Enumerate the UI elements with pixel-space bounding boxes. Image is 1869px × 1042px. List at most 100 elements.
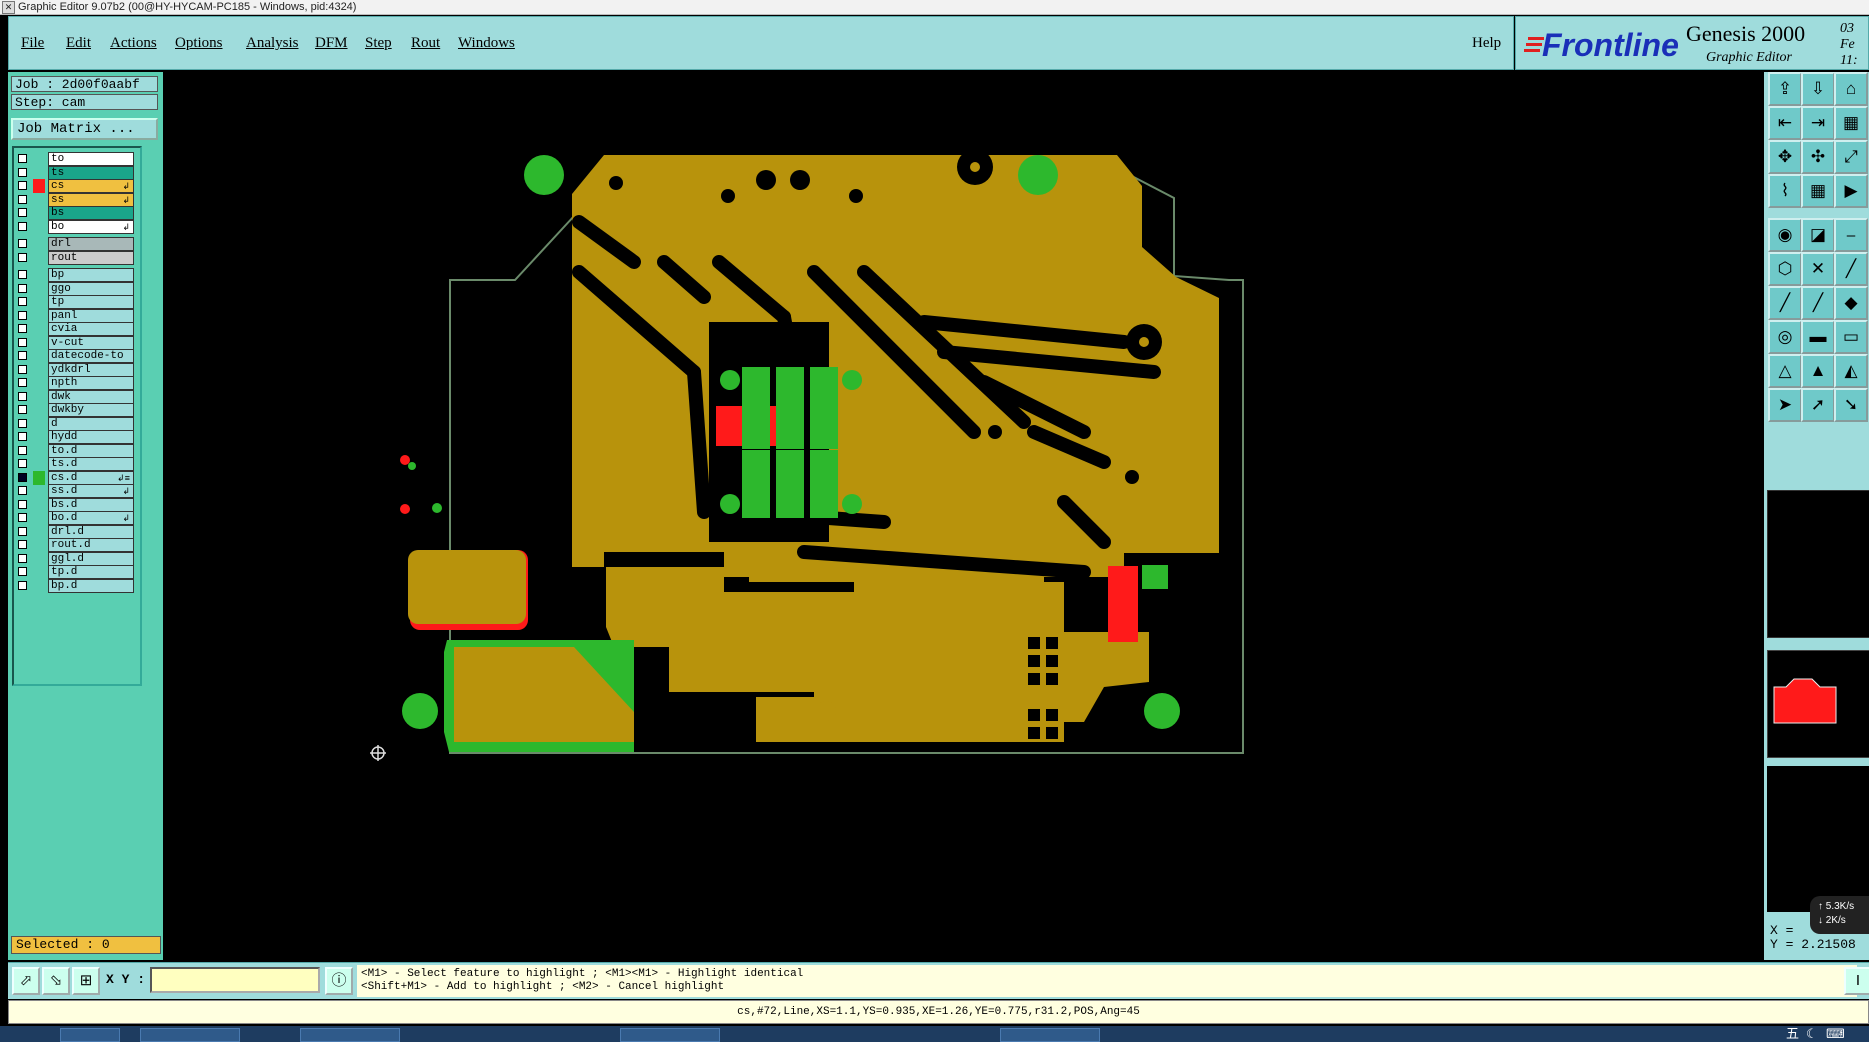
layer-checkbox[interactable] bbox=[18, 499, 27, 509]
layer-name[interactable]: ggl.d bbox=[48, 551, 134, 566]
layer-name[interactable]: bp.d bbox=[48, 578, 134, 593]
job-matrix-button[interactable]: Job Matrix ... bbox=[11, 118, 158, 140]
cross-icon[interactable]: ✕ bbox=[1801, 252, 1835, 286]
menu-step[interactable]: Step bbox=[365, 35, 392, 52]
pan-icon[interactable]: ✣ bbox=[1801, 140, 1835, 174]
layer-row[interactable]: d bbox=[16, 416, 140, 431]
menu-dfm[interactable]: DFM bbox=[315, 35, 348, 52]
menu-rout[interactable]: Rout bbox=[411, 35, 440, 52]
layer-row[interactable]: cvia bbox=[16, 322, 140, 336]
menu-actions[interactable]: Actions bbox=[110, 35, 157, 52]
layer-checkbox[interactable] bbox=[18, 567, 27, 576]
layer-checkbox[interactable] bbox=[18, 580, 27, 590]
pcb-view[interactable] bbox=[164, 72, 1762, 960]
text-a-icon[interactable]: ▲ bbox=[1801, 354, 1835, 388]
layer-checkbox[interactable] bbox=[18, 526, 27, 536]
home-icon[interactable]: ⌂ bbox=[1834, 72, 1868, 106]
layer-checkbox[interactable] bbox=[18, 194, 27, 204]
prev-icon[interactable]: ⇥ bbox=[1801, 106, 1835, 140]
layer-name[interactable]: ggo bbox=[48, 281, 134, 296]
layer-checkbox[interactable] bbox=[18, 181, 27, 190]
layer-row[interactable]: ts.d bbox=[16, 457, 140, 471]
mini-map[interactable] bbox=[1767, 650, 1869, 758]
taskbar-item[interactable] bbox=[1000, 1028, 1100, 1042]
layer-checkbox[interactable] bbox=[18, 513, 27, 522]
pointer-icon[interactable]: ➤ bbox=[1768, 388, 1802, 422]
layer-row[interactable]: v-cut bbox=[16, 335, 140, 350]
layer-row[interactable]: to bbox=[16, 152, 140, 166]
layer-row[interactable]: bs bbox=[16, 206, 140, 220]
layer-name[interactable]: bo.d ↲ bbox=[48, 511, 134, 525]
layer-row[interactable]: cs.d ↲≡ bbox=[16, 470, 140, 485]
layer-checkbox[interactable] bbox=[18, 239, 27, 248]
layer-row[interactable]: datecode-to bbox=[16, 349, 140, 363]
layer-checkbox[interactable] bbox=[18, 351, 27, 360]
layer-name[interactable]: to.d bbox=[48, 443, 134, 458]
taskbar-item[interactable] bbox=[620, 1028, 720, 1042]
layer-row[interactable]: ss ↲ bbox=[16, 192, 140, 207]
layer-row[interactable]: rout bbox=[16, 250, 140, 265]
line-icon[interactable]: ╱ bbox=[1834, 252, 1868, 286]
taskbar-item[interactable] bbox=[300, 1028, 400, 1042]
layer-checkbox[interactable] bbox=[18, 283, 27, 293]
layer-row[interactable]: to.d bbox=[16, 443, 140, 458]
layer-row[interactable]: ss.d ↲ bbox=[16, 484, 140, 498]
layer-row[interactable]: npth bbox=[16, 376, 140, 390]
layer-checkbox[interactable] bbox=[18, 391, 27, 401]
layer-checkbox[interactable] bbox=[18, 167, 27, 177]
layer-name[interactable]: ss ↲ bbox=[48, 192, 134, 207]
grid-icon[interactable]: ▦ bbox=[1801, 174, 1835, 208]
layer-name[interactable]: to bbox=[48, 152, 134, 166]
text-b-icon[interactable]: ◭ bbox=[1834, 354, 1868, 388]
layer-checkbox[interactable] bbox=[18, 432, 27, 441]
zoom-all-icon[interactable]: ✥ bbox=[1768, 140, 1802, 174]
layer-row[interactable]: bo.d ↲ bbox=[16, 511, 140, 525]
layer-name[interactable]: dwkby bbox=[48, 403, 134, 417]
layer-name[interactable]: d bbox=[48, 416, 134, 431]
layer-checkbox[interactable] bbox=[18, 459, 27, 468]
layer-name[interactable]: hydd bbox=[48, 430, 134, 444]
layer-name[interactable]: datecode-to bbox=[48, 349, 134, 363]
xy-input[interactable] bbox=[150, 967, 320, 993]
layer-checkbox[interactable] bbox=[18, 252, 27, 262]
draw-arc-icon[interactable]: ╱ bbox=[1801, 286, 1835, 320]
layer-row[interactable]: cs ↲ bbox=[16, 179, 140, 193]
layer-name[interactable]: cs.d ↲≡ bbox=[48, 470, 134, 485]
scale-icon[interactable]: ⤢ bbox=[1834, 140, 1868, 174]
layer-name[interactable]: ydkdrl bbox=[48, 362, 134, 377]
layer-row[interactable]: ggo bbox=[16, 281, 140, 296]
layer-row[interactable]: ggl.d bbox=[16, 551, 140, 566]
select-tool-icon[interactable]: ⬀ bbox=[12, 967, 40, 995]
save-icon[interactable]: ⇩ bbox=[1801, 72, 1835, 106]
minus-icon[interactable]: ▬ bbox=[1801, 320, 1835, 354]
layer-row[interactable]: panl bbox=[16, 308, 140, 323]
right-info-button[interactable]: I bbox=[1844, 967, 1869, 995]
layer-checkbox[interactable] bbox=[18, 445, 27, 455]
layer-checkbox[interactable] bbox=[18, 378, 27, 387]
layer-row[interactable]: drl.d bbox=[16, 524, 140, 539]
layer-name[interactable]: drl.d bbox=[48, 524, 134, 539]
draw-poly-icon[interactable]: ◆ bbox=[1834, 286, 1868, 320]
layer-name[interactable]: tp.d bbox=[48, 565, 134, 579]
layer-name[interactable]: dwk bbox=[48, 389, 134, 404]
menu-windows[interactable]: Windows bbox=[458, 35, 515, 52]
layer-row[interactable]: ts bbox=[16, 165, 140, 180]
pointer-alt-icon[interactable]: ➘ bbox=[1834, 388, 1868, 422]
edit-shape-icon[interactable]: ◪ bbox=[1801, 218, 1835, 252]
layer-checkbox[interactable] bbox=[18, 472, 27, 482]
layer-checkbox[interactable] bbox=[18, 540, 27, 549]
layer-checkbox[interactable] bbox=[18, 405, 27, 414]
layer-checkbox[interactable] bbox=[18, 418, 27, 428]
layer-row[interactable]: tp bbox=[16, 295, 140, 309]
layer-name[interactable]: drl bbox=[48, 237, 134, 251]
taskbar-item[interactable] bbox=[60, 1028, 120, 1042]
layer-checkbox[interactable] bbox=[18, 553, 27, 563]
layer-name[interactable]: bs bbox=[48, 206, 134, 220]
layer-row[interactable]: bp.d bbox=[16, 578, 140, 593]
menu-options[interactable]: Options bbox=[175, 35, 223, 52]
info-button-icon[interactable]: ⓘ bbox=[325, 967, 353, 995]
measure-icon[interactable]: ▶ bbox=[1834, 174, 1868, 208]
draw-line-icon[interactable]: ╱ bbox=[1768, 286, 1802, 320]
layer-checkbox[interactable] bbox=[18, 310, 27, 320]
connect-icon[interactable]: ⬡ bbox=[1768, 252, 1802, 286]
